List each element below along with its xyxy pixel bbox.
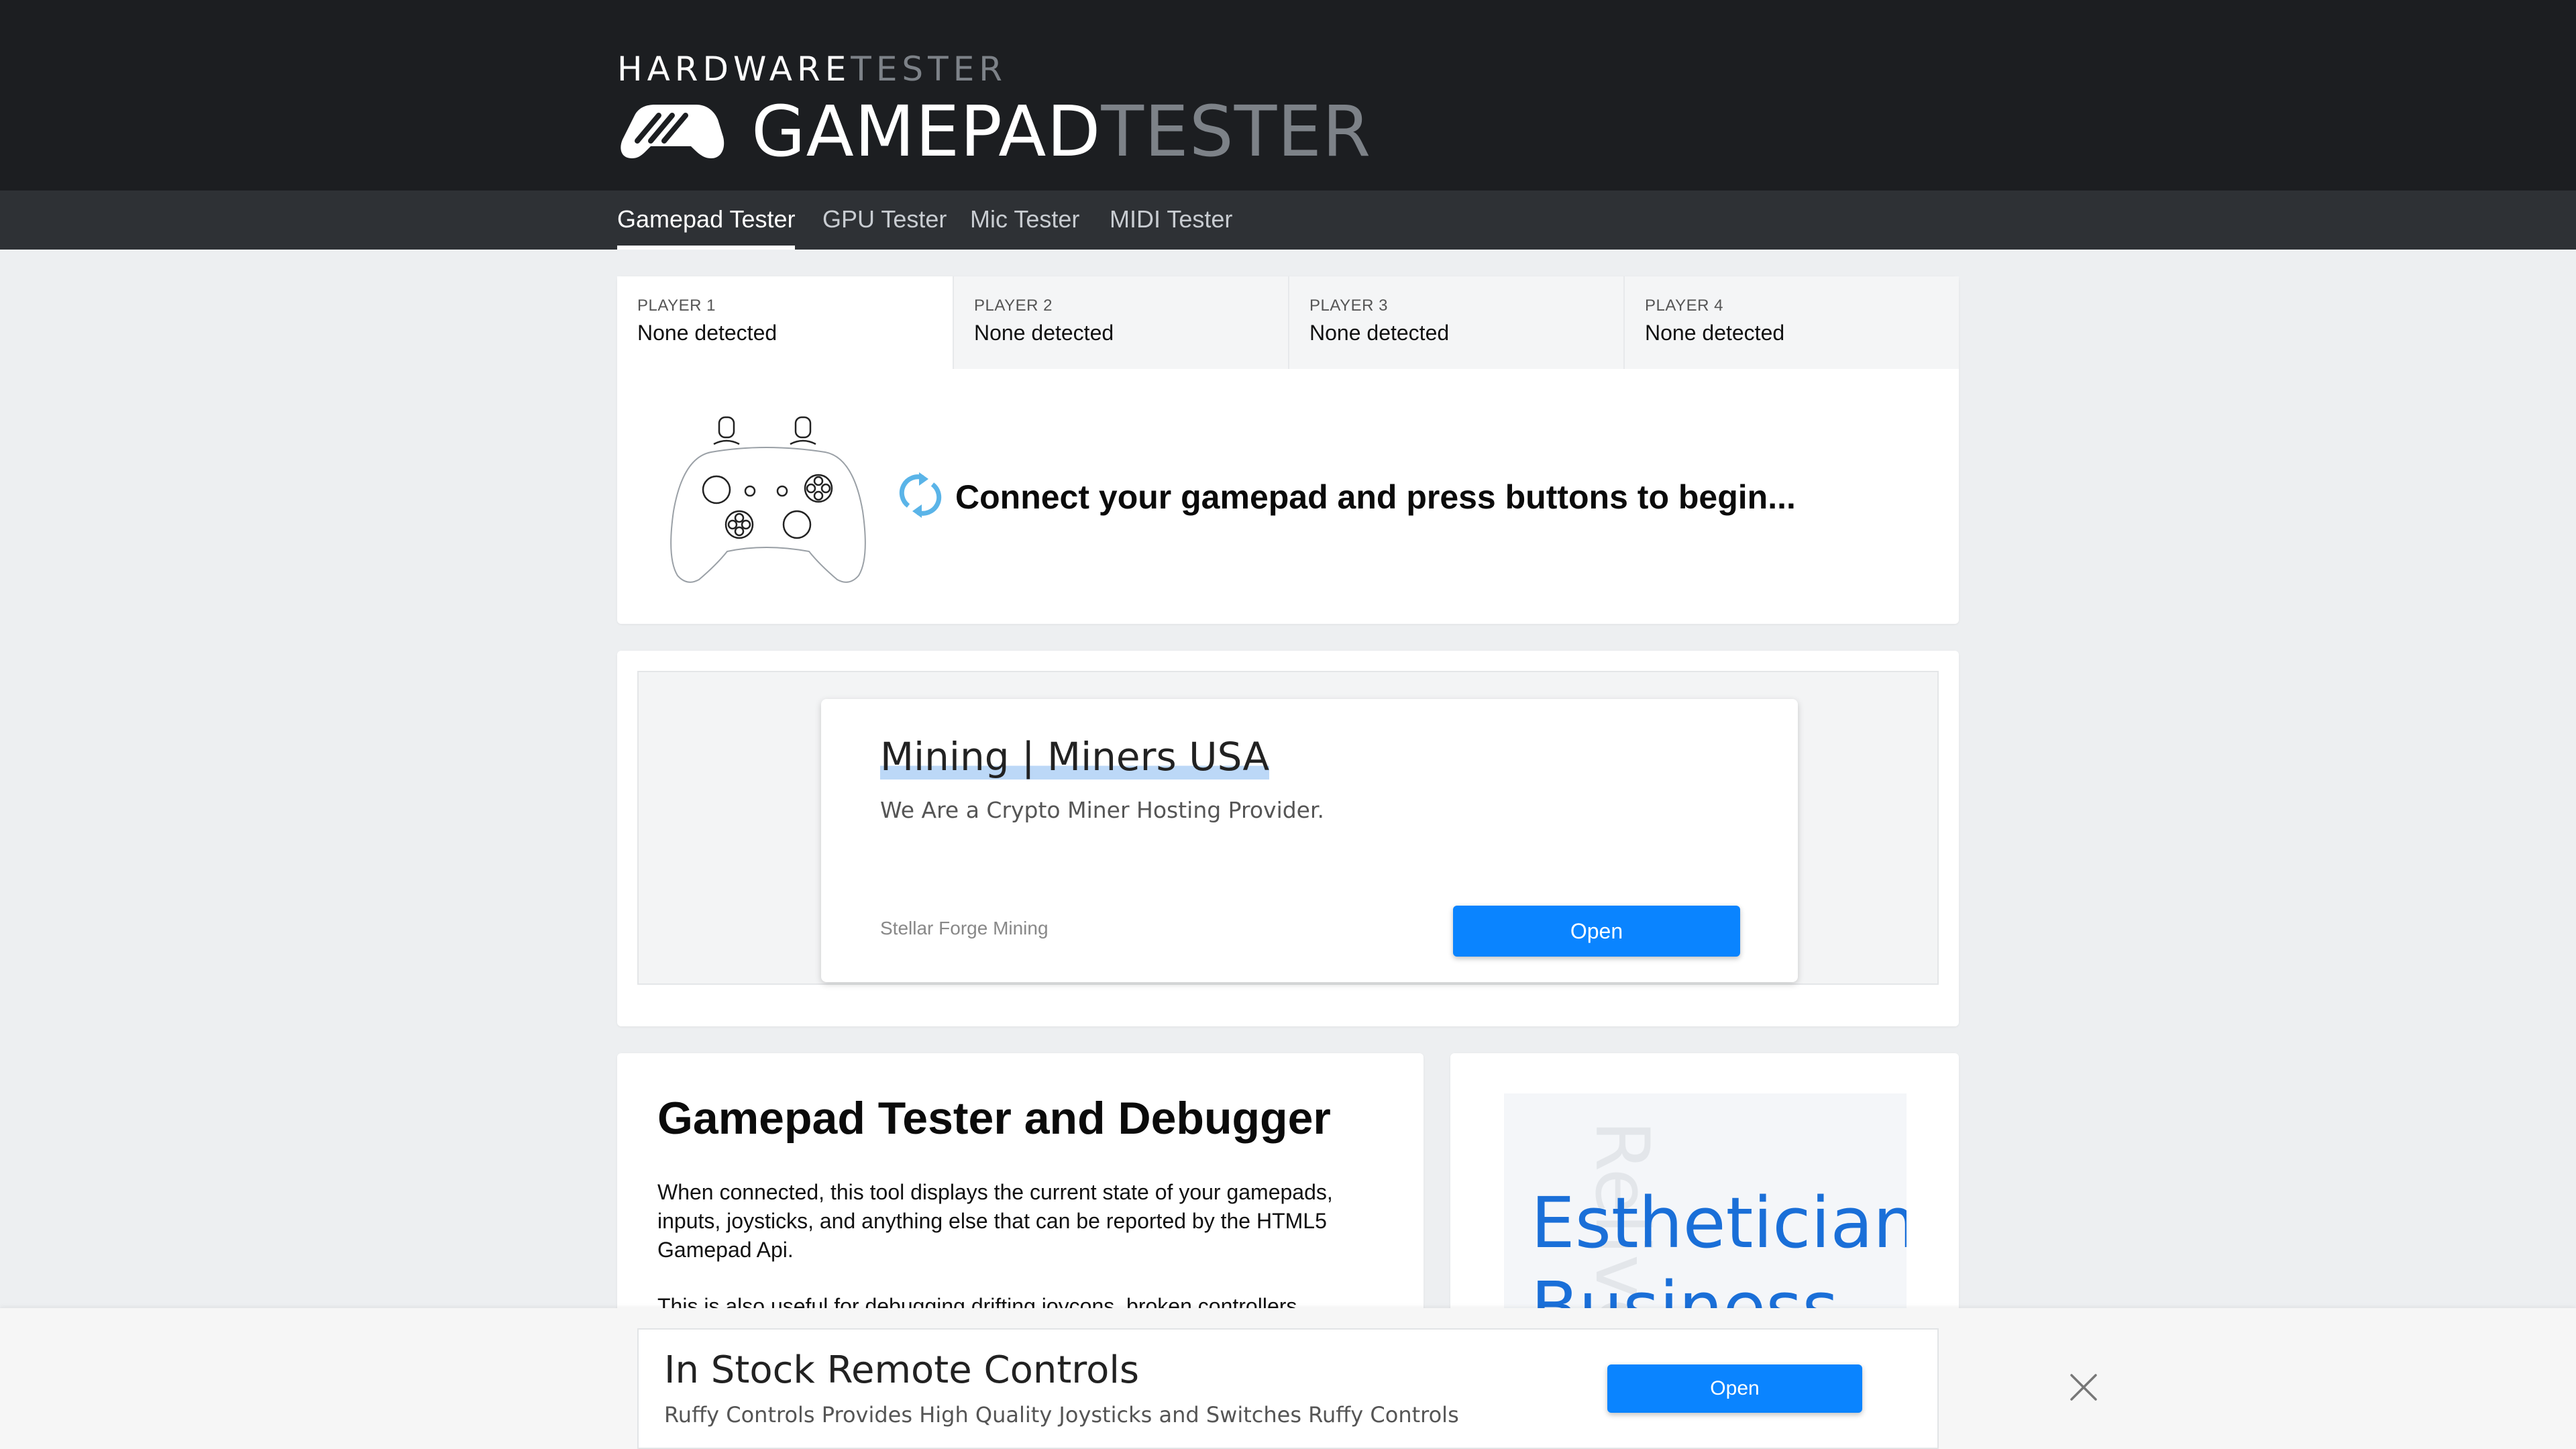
player-title: PLAYER 3 bbox=[1309, 297, 1388, 315]
brand-small[interactable]: HARDWARETESTER bbox=[617, 50, 1007, 89]
player-status: None detected bbox=[974, 321, 1114, 345]
player-title: PLAYER 2 bbox=[974, 297, 1053, 315]
player-tabs: PLAYER 1 None detected PLAYER 2 None det… bbox=[617, 276, 1959, 369]
bottom-ad-open-button[interactable]: Open bbox=[1607, 1364, 1862, 1413]
site-title-secondary: TESTER bbox=[1101, 91, 1372, 172]
player-status: None detected bbox=[1645, 321, 1785, 345]
site-title-primary: GAMEPAD bbox=[751, 91, 1102, 172]
brand-small-primary: HARDWARE bbox=[617, 50, 851, 89]
nav-mic-tester[interactable]: Mic Tester bbox=[970, 191, 1079, 250]
side-ad-line-1: Esthetician bbox=[1531, 1182, 1907, 1264]
player-tab-4[interactable]: PLAYER 4 None detected bbox=[1623, 276, 1959, 369]
player-status: None detected bbox=[637, 321, 777, 345]
main-nav: Gamepad Tester GPU Tester Mic Tester MID… bbox=[0, 191, 2576, 250]
ad-open-button[interactable]: Open bbox=[1453, 906, 1740, 957]
bottom-ad-title[interactable]: In Stock Remote Controls bbox=[664, 1348, 1139, 1392]
ad-advertiser[interactable]: Stellar Forge Mining bbox=[880, 918, 1049, 939]
ad-card: Mining | Miners USA We Are a Crypto Mine… bbox=[617, 651, 1959, 1026]
player-status: None detected bbox=[1309, 321, 1450, 345]
brand-small-secondary: TESTER bbox=[851, 50, 1008, 89]
info-title: Gamepad Tester and Debugger bbox=[657, 1093, 1331, 1144]
players-card: PLAYER 1 None detected PLAYER 2 None det… bbox=[617, 276, 1959, 624]
nav-midi-tester[interactable]: MIDI Tester bbox=[1110, 191, 1232, 250]
player-tab-2[interactable]: PLAYER 2 None detected bbox=[953, 276, 1288, 369]
controller-illustration-icon bbox=[670, 416, 866, 583]
nav-gamepad-tester[interactable]: Gamepad Tester bbox=[617, 191, 796, 250]
ad-frame: Mining | Miners USA We Are a Crypto Mine… bbox=[637, 671, 1939, 985]
player-title: PLAYER 4 bbox=[1645, 297, 1723, 315]
site-header: HARDWARETESTER GAMEPADTESTER bbox=[0, 0, 2576, 191]
bottom-ad-box[interactable]: In Stock Remote Controls Ruffy Controls … bbox=[637, 1328, 1939, 1449]
player-tab-3[interactable]: PLAYER 3 None detected bbox=[1288, 276, 1623, 369]
info-paragraph-1: When connected, this tool displays the c… bbox=[657, 1180, 1333, 1262]
bottom-ad-description: Ruffy Controls Provides High Quality Joy… bbox=[664, 1402, 1459, 1428]
ad-description: We Are a Crypto Miner Hosting Provider. bbox=[880, 797, 1325, 823]
close-icon[interactable] bbox=[2068, 1371, 2100, 1403]
player-tab-1[interactable]: PLAYER 1 None detected bbox=[617, 276, 953, 369]
refresh-icon bbox=[899, 472, 942, 518]
connect-message: Connect your gamepad and press buttons t… bbox=[955, 478, 1796, 516]
nav-gpu-tester[interactable]: GPU Tester bbox=[822, 191, 947, 250]
ad-title[interactable]: Mining | Miners USA bbox=[880, 734, 1270, 780]
player-title: PLAYER 1 bbox=[637, 297, 716, 315]
site-title[interactable]: GAMEPADTESTER bbox=[751, 91, 1371, 172]
ad-box[interactable]: Mining | Miners USA We Are a Crypto Mine… bbox=[821, 699, 1798, 982]
gamepad-logo-icon[interactable] bbox=[617, 102, 724, 161]
bottom-sticky-ad: In Stock Remote Controls Ruffy Controls … bbox=[0, 1308, 2576, 1449]
